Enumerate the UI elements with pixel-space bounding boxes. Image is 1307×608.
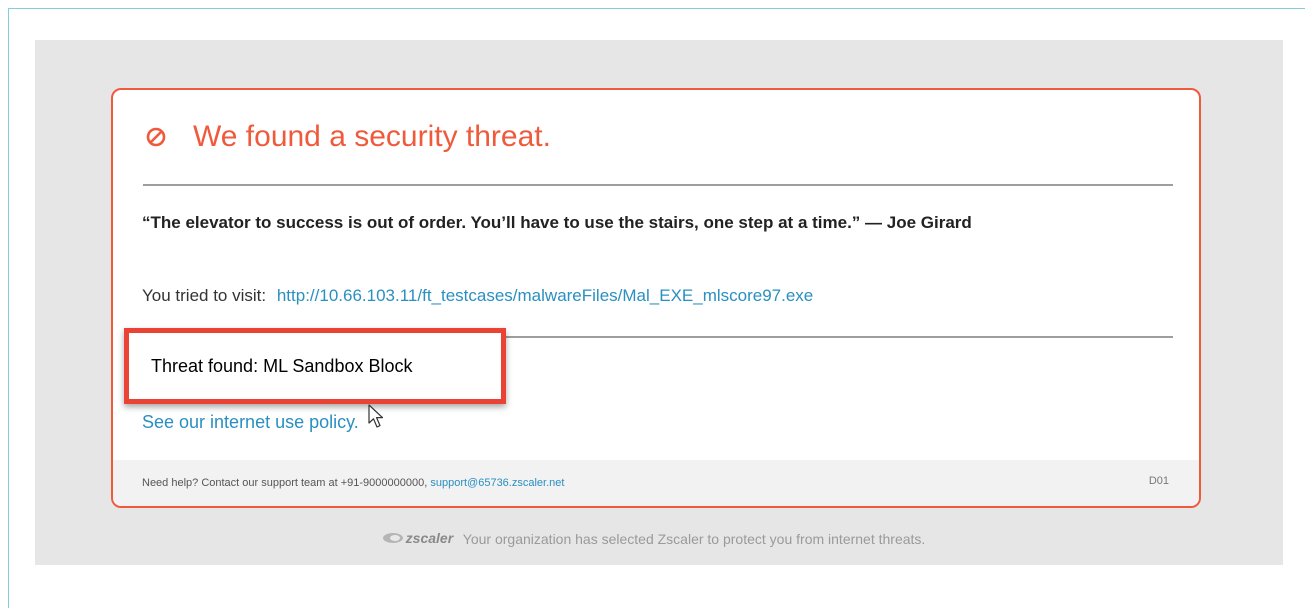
- page-code: D01: [1148, 475, 1169, 487]
- support-email-link[interactable]: support@65736.zscaler.net: [430, 477, 564, 489]
- zscaler-logo-icon: zscaler: [382, 530, 453, 546]
- support-help-text: Need help? Contact our support team at +…: [142, 477, 428, 489]
- threat-found-text: Threat found: ML Sandbox Block: [151, 355, 413, 376]
- support-text: Need help? Contact our support team at +…: [142, 477, 564, 489]
- visited-url-label: You tried to visit:: [142, 286, 267, 305]
- threat-found-callout: Threat found: ML Sandbox Block: [124, 328, 506, 404]
- zscaler-logo-text: zscaler: [405, 530, 454, 546]
- branding-message: Your organization has selected Zscaler t…: [462, 531, 926, 547]
- visited-url-link[interactable]: http://10.66.103.11/ft_testcases/malware…: [277, 286, 813, 305]
- internet-use-policy-link[interactable]: See our internet use policy.: [142, 412, 359, 433]
- visited-url-row: You tried to visit: http://10.66.103.11/…: [142, 286, 813, 306]
- block-icon: [146, 127, 166, 147]
- quote-text: “The elevator to success is out of order…: [142, 213, 972, 232]
- page-title: We found a security threat.: [193, 120, 551, 153]
- block-page-card: We found a security threat. “The elevato…: [111, 88, 1201, 508]
- cursor-icon: [368, 404, 384, 428]
- zscaler-branding: zscaler Your organization has selected Z…: [0, 530, 1307, 547]
- block-header: We found a security threat.: [145, 120, 551, 154]
- divider: [143, 184, 1173, 186]
- support-footer: Need help? Contact our support team at +…: [113, 460, 1199, 506]
